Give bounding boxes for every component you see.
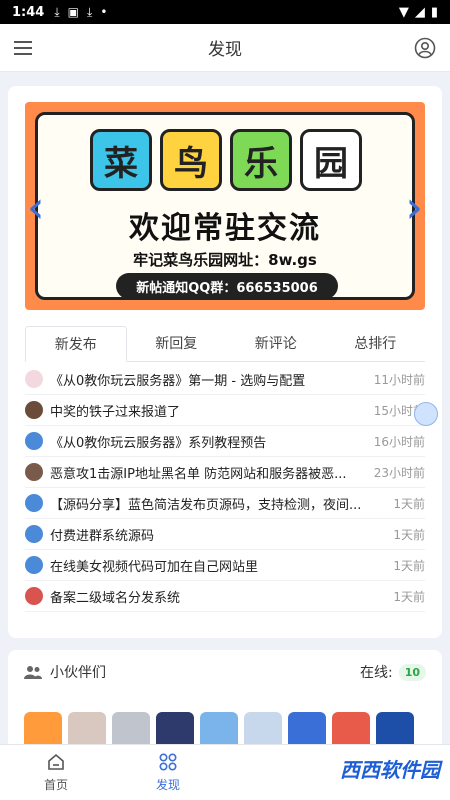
- post-time: 16小时前: [373, 434, 425, 449]
- download-icon: ⤓: [54, 4, 60, 19]
- app-icon: ▣: [67, 5, 79, 19]
- author-avatar: [25, 587, 43, 605]
- banner-carousel[interactable]: 菜 鸟 乐 园 欢迎常驻交流 牢记菜鸟乐园网址：8w.gs 新帖通知QQ群：66…: [25, 102, 425, 310]
- banner-tile: 鸟: [160, 129, 222, 191]
- banner-panel: 菜 鸟 乐 园 欢迎常驻交流 牢记菜鸟乐园网址：8w.gs 新帖通知QQ群：66…: [35, 112, 415, 300]
- top-bar: 发现: [0, 24, 450, 72]
- post-row[interactable]: 备案二级域名分发系统 1天前: [25, 581, 425, 612]
- tab-ranking[interactable]: 总排行: [326, 326, 426, 361]
- post-title: 恶意攻1击源IP地址黑名单 防范网站和服务器被恶...: [50, 466, 347, 482]
- post-title: 付费进群系统源码: [50, 528, 155, 544]
- menu-icon[interactable]: [14, 38, 32, 58]
- banner-tile: 菜: [90, 129, 152, 191]
- notification-icons: ⤓ ▣ ⤓ •: [54, 5, 107, 20]
- floating-mascot-icon[interactable]: [414, 402, 438, 426]
- author-avatar: [25, 432, 43, 450]
- post-time: 1天前: [393, 527, 425, 542]
- post-title: 中奖的铁子过来报道了: [50, 404, 181, 420]
- system-icons: ▼ ◢ ▮: [399, 5, 438, 20]
- carousel-next-icon[interactable]: ›: [405, 182, 423, 233]
- post-row[interactable]: 在线美女视频代码可加在自己网站里 1天前: [25, 550, 425, 581]
- post-row[interactable]: 《从0教你玩云服务器》系列教程预告 16小时前: [25, 426, 425, 457]
- post-row[interactable]: 【源码分享】蓝色简洁发布页源码，支持检测，夜间... 1天前: [25, 488, 425, 519]
- status-time: 1:44: [12, 4, 45, 20]
- banner-logo-tiles: 菜 鸟 乐 园: [90, 129, 362, 191]
- download-icon: ⤓: [87, 4, 93, 19]
- partners-title: 小伙伴们: [50, 665, 106, 681]
- grid-icon: [159, 753, 177, 771]
- post-row[interactable]: 恶意攻1击源IP地址黑名单 防范网站和服务器被恶... 23小时前: [25, 457, 425, 488]
- author-avatar: [25, 463, 43, 481]
- banner-address: 牢记菜鸟乐园网址：8w.gs: [133, 251, 317, 269]
- banner-qq-group: 新帖通知QQ群：666535006: [116, 273, 338, 299]
- partners-header: 小伙伴们 在线: 10: [24, 660, 426, 684]
- wifi-icon: ▼: [398, 4, 409, 20]
- user-icon[interactable]: [414, 37, 436, 59]
- people-icon: [24, 666, 42, 679]
- post-time: 23小时前: [373, 465, 425, 480]
- discover-card: 菜 鸟 乐 园 欢迎常驻交流 牢记菜鸟乐园网址：8w.gs 新帖通知QQ群：66…: [8, 86, 442, 638]
- post-list: 《从0教你玩云服务器》第一期 - 选购与配置 11小时前 中奖的铁子过来报道了 …: [25, 364, 425, 612]
- nav-discover[interactable]: 发现: [112, 745, 224, 800]
- post-title: 《从0教你玩云服务器》系列教程预告: [50, 435, 267, 451]
- nav-discover-label: 发现: [155, 778, 180, 792]
- tab-new-posts[interactable]: 新发布: [25, 326, 127, 362]
- tab-new-replies[interactable]: 新回复: [127, 326, 227, 361]
- online-count-badge: 10: [398, 663, 426, 681]
- post-row[interactable]: 《从0教你玩云服务器》第一期 - 选购与配置 11小时前: [25, 364, 425, 395]
- post-time: 11小时前: [373, 372, 425, 387]
- post-title: 《从0教你玩云服务器》第一期 - 选购与配置: [50, 373, 306, 389]
- author-avatar: [25, 370, 43, 388]
- page-title: 发现: [208, 40, 242, 60]
- status-bar: 1:44 ⤓ ▣ ⤓ • ▼ ◢ ▮: [0, 0, 450, 24]
- banner-welcome: 欢迎常驻交流: [129, 211, 321, 246]
- signal-icon: ◢: [414, 4, 425, 20]
- home-icon: [48, 753, 64, 770]
- post-time: 1天前: [393, 496, 425, 511]
- post-time: 1天前: [393, 589, 425, 604]
- dot-icon: •: [100, 5, 108, 19]
- nav-home-label: 首页: [43, 778, 68, 792]
- post-title: 【源码分享】蓝色简洁发布页源码，支持检测，夜间...: [50, 497, 362, 513]
- carousel-prev-icon[interactable]: ‹: [27, 182, 45, 233]
- post-title: 在线美女视频代码可加在自己网站里: [50, 559, 259, 575]
- author-avatar: [25, 401, 43, 419]
- online-label: 在线:: [359, 665, 393, 681]
- author-avatar: [25, 494, 43, 512]
- post-row[interactable]: 中奖的铁子过来报道了 15小时前: [25, 395, 425, 426]
- banner-tile: 园: [300, 129, 362, 191]
- nav-home[interactable]: 首页: [0, 745, 112, 800]
- author-avatar: [25, 556, 43, 574]
- post-title: 备案二级域名分发系统: [50, 590, 181, 606]
- tab-new-comments[interactable]: 新评论: [226, 326, 326, 361]
- post-tabs: 新发布 新回复 新评论 总排行: [25, 326, 425, 362]
- banner-tile: 乐: [230, 129, 292, 191]
- post-row[interactable]: 付费进群系统源码 1天前: [25, 519, 425, 550]
- watermark: 西西软件园: [340, 758, 440, 782]
- post-time: 1天前: [393, 558, 425, 573]
- battery-icon: ▮: [430, 4, 438, 20]
- author-avatar: [25, 525, 43, 543]
